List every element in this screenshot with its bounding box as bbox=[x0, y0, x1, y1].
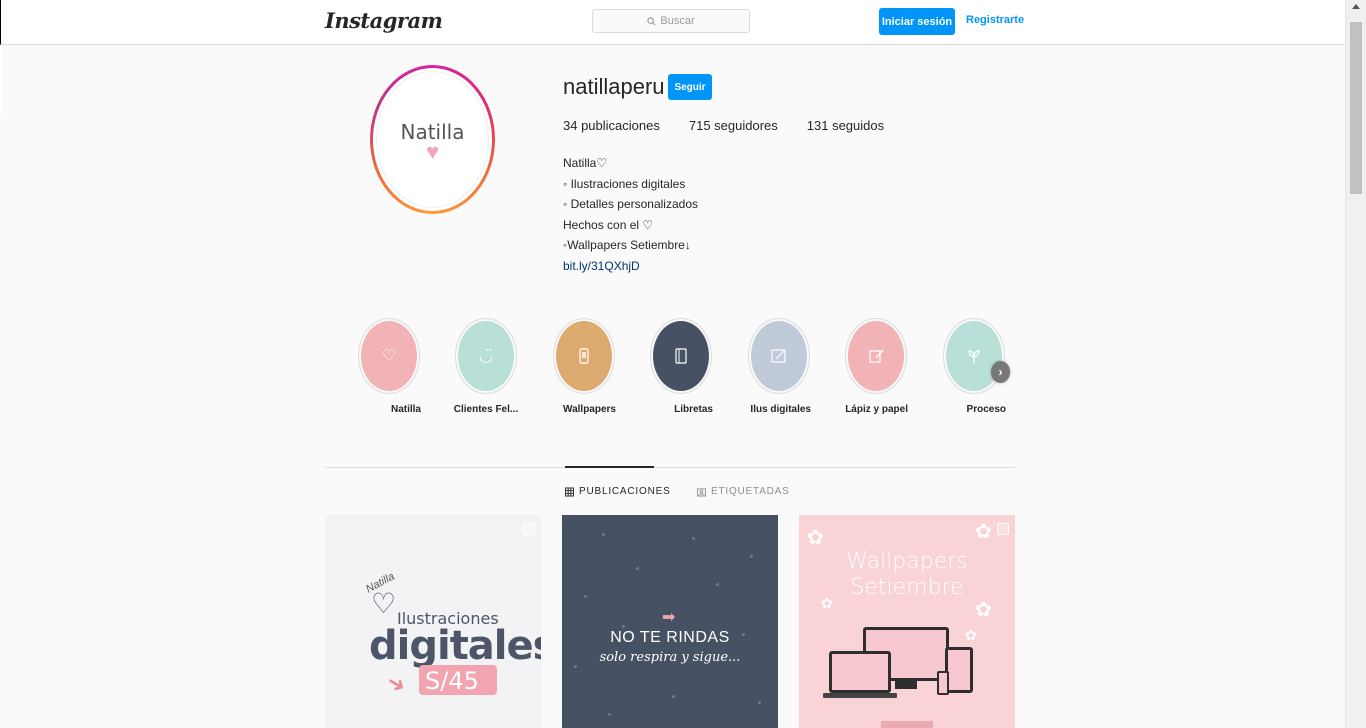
top-nav: Instagram Buscar Iniciar sesión Registra… bbox=[0, 0, 1345, 45]
profile-username: natillaperu bbox=[563, 74, 665, 99]
tab-etiquetadas[interactable]: ETIQUETADAS bbox=[697, 486, 790, 497]
profile-avatar-ring[interactable]: Natilla ♥ bbox=[370, 65, 495, 214]
follow-button[interactable]: Seguir bbox=[668, 74, 712, 100]
highlight-natilla[interactable]: ♡ Natilla bbox=[357, 318, 421, 417]
highlight-label: Proceso bbox=[966, 404, 1006, 415]
scroll-up-arrow-icon[interactable] bbox=[1352, 4, 1360, 9]
instagram-logo[interactable]: Instagram bbox=[325, 8, 443, 33]
highlight-label: Natilla bbox=[390, 404, 421, 415]
highlight-libretas[interactable]: Libretas bbox=[649, 318, 713, 417]
bio-line: ◦ Ilustraciones digitales bbox=[563, 176, 686, 191]
highlight-label: Libretas bbox=[674, 404, 713, 415]
profile-stats: 34 publicaciones 715 seguidores 131 segu… bbox=[563, 118, 913, 133]
flower-icon: ✿ bbox=[807, 527, 824, 549]
avatar: Natilla ♥ bbox=[376, 71, 489, 208]
grid-icon bbox=[565, 487, 574, 496]
scroll-thumb[interactable] bbox=[1350, 22, 1362, 194]
post-thumbnail[interactable]: Natilla ♡ Ilustraciones digitales S/45 ➜ bbox=[325, 515, 541, 728]
highlights-next-button[interactable]: › bbox=[991, 361, 1010, 383]
tablet-icon bbox=[771, 349, 786, 363]
search-input[interactable]: Buscar bbox=[592, 9, 750, 33]
laptop-illustration bbox=[829, 651, 891, 693]
tab-label: PUBLICACIONES bbox=[579, 486, 671, 497]
heart-icon: ♡ bbox=[371, 588, 397, 619]
carousel-icon bbox=[523, 523, 535, 535]
arrow-icon: ➡ bbox=[662, 609, 676, 626]
tab-publicaciones[interactable]: PUBLICACIONES bbox=[565, 486, 671, 497]
highlight-label: Lápiz y papel bbox=[845, 404, 908, 415]
post-text: NO TE RINDAS bbox=[610, 629, 730, 646]
highlight-label: Clientes Fel... bbox=[453, 404, 519, 415]
tablet-illustration bbox=[945, 647, 973, 693]
tabs-divider bbox=[325, 467, 1015, 468]
post-text: digitales bbox=[369, 623, 541, 669]
story-highlights: ♡ Natilla ◡̈ Clientes Fel... Wallpapers … bbox=[357, 318, 1017, 428]
pencil-icon bbox=[869, 349, 884, 363]
heart-icon: ♥ bbox=[425, 138, 440, 164]
tagged-icon bbox=[697, 487, 706, 496]
register-link[interactable]: Registrarte bbox=[966, 14, 1024, 26]
heart-icon: ♡ bbox=[381, 348, 397, 365]
profile-bio: Natilla♡ ◦ Ilustraciones digitales ◦ Det… bbox=[563, 153, 698, 276]
bio-line: ◦ Detalles personalizados bbox=[563, 197, 698, 211]
post-title: Wallpapers Setiembre bbox=[846, 549, 968, 600]
notebook-icon bbox=[675, 348, 687, 364]
bio-line: Hechos con el ♡ bbox=[563, 217, 654, 232]
login-button[interactable]: Iniciar sesión bbox=[879, 8, 955, 35]
left-edge bbox=[0, 45, 2, 115]
chevron-right-icon: › bbox=[998, 365, 1003, 379]
arrow-icon: ➜ bbox=[382, 668, 411, 700]
post-thumbnail[interactable]: ➡ NO TE RINDAS solo respira y sigue... bbox=[562, 515, 778, 728]
phone-icon bbox=[579, 348, 589, 364]
active-tab-indicator bbox=[565, 466, 654, 468]
highlight-wallpapers[interactable]: Wallpapers bbox=[552, 318, 616, 417]
carousel-icon bbox=[997, 523, 1009, 535]
highlight-label: Ilus digitales bbox=[750, 404, 811, 415]
highlight-ilus-digitales[interactable]: Ilus digitales bbox=[747, 318, 811, 417]
post-thumbnail[interactable]: ✿ ✿ ✿ ✿ ✿ Wallpapers Setiembre bbox=[799, 515, 1015, 728]
flower-icon: ✿ bbox=[975, 521, 992, 543]
search-icon bbox=[647, 16, 656, 25]
bio-name: Natilla♡ bbox=[563, 156, 608, 170]
followers-count[interactable]: 715 seguidores bbox=[689, 118, 778, 133]
search-placeholder: Buscar bbox=[660, 15, 695, 27]
bio-line: ◦Wallpapers Setiembre↓ bbox=[563, 238, 691, 252]
phone-illustration bbox=[937, 671, 949, 695]
scrollbar[interactable] bbox=[1345, 0, 1366, 728]
tab-label: ETIQUETADAS bbox=[711, 486, 790, 497]
plant-icon bbox=[968, 350, 980, 363]
smile-icon: ◡̈ bbox=[479, 348, 493, 365]
highlight-lapiz-papel[interactable]: Lápiz y papel bbox=[844, 318, 908, 417]
highlight-label: Wallpapers bbox=[563, 404, 616, 415]
bio-link[interactable]: bit.ly/31QXhjD bbox=[563, 259, 640, 273]
following-count[interactable]: 131 seguidos bbox=[807, 118, 884, 133]
post-price: S/45 bbox=[425, 667, 479, 695]
posts-count: 34 publicaciones bbox=[563, 118, 660, 133]
post-text: solo respira y sigue... bbox=[599, 650, 741, 665]
flower-icon: ✿ bbox=[965, 627, 977, 643]
highlight-clientes[interactable]: ◡̈ Clientes Fel... bbox=[454, 318, 518, 417]
